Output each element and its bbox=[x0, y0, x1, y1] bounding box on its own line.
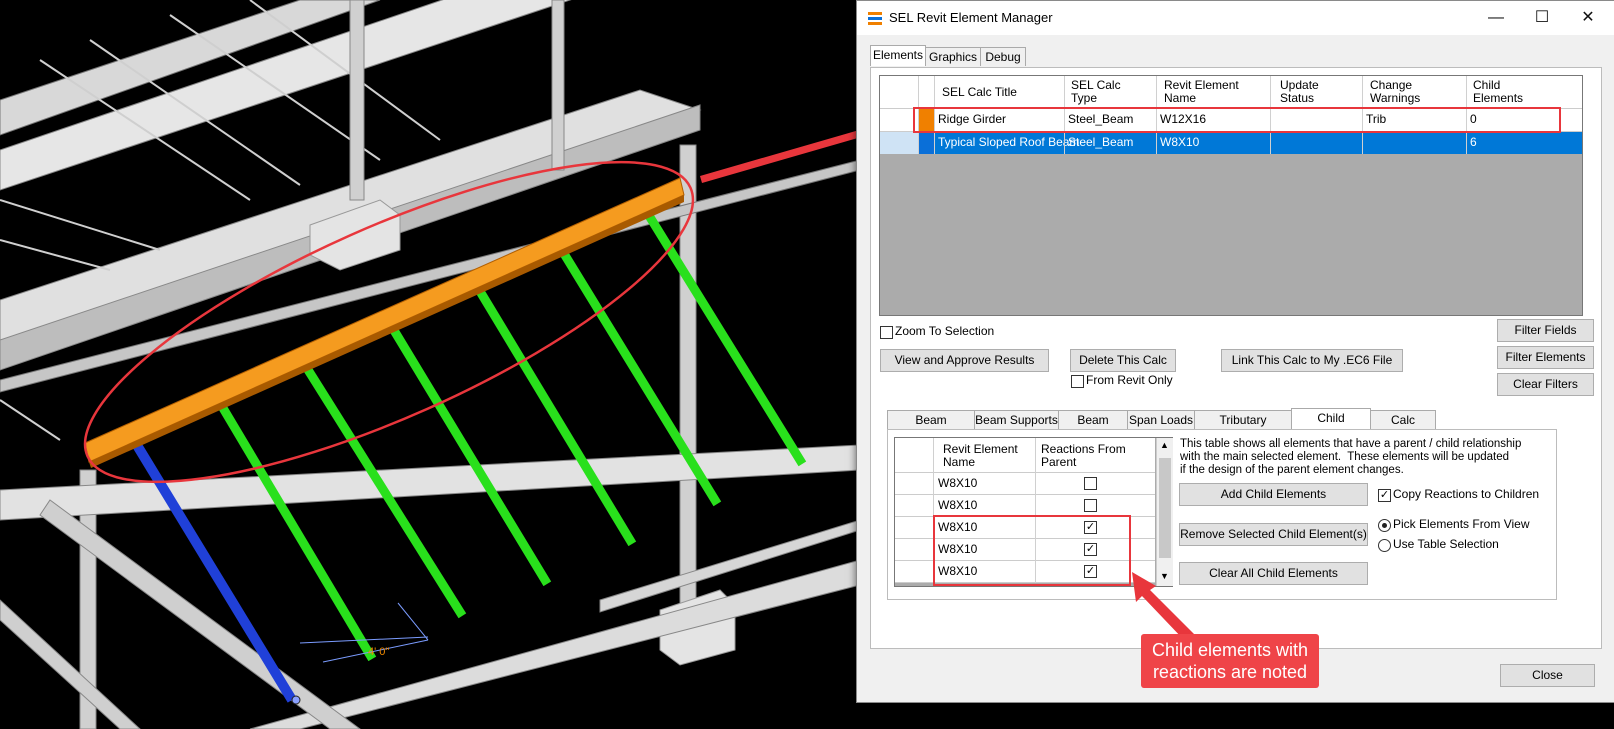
callout-text: Child elements with reactions are noted bbox=[1151, 640, 1309, 682]
tab-debug[interactable]: Debug bbox=[980, 47, 1026, 66]
close-window-button[interactable]: ✕ bbox=[1565, 1, 1611, 35]
clear-child-elements-button[interactable]: Clear All Child Elements bbox=[1179, 562, 1368, 585]
cell-element-name: W8X10 bbox=[1160, 135, 1200, 149]
table-row[interactable]: W8X10 bbox=[895, 473, 1155, 495]
tab-child-elements[interactable]: Child Elements bbox=[1291, 408, 1371, 443]
filter-fields-button[interactable]: Filter Fields bbox=[1497, 319, 1594, 342]
beam-grip-bottom[interactable] bbox=[291, 695, 301, 705]
reactions-checkbox[interactable] bbox=[1084, 499, 1097, 512]
header-update-status: Update Status bbox=[1280, 78, 1319, 105]
use-table-selection-label: Use Table Selection bbox=[1393, 537, 1499, 551]
child-elements-grid[interactable]: Revit Element Name Reactions From Parent… bbox=[894, 437, 1173, 587]
tab-beam-supports[interactable]: Beam Supports bbox=[974, 410, 1059, 429]
tab-beam-properties[interactable]: Beam Properties bbox=[887, 410, 975, 445]
use-table-selection-radio[interactable] bbox=[1378, 539, 1391, 552]
child-description: This table shows all elements that have … bbox=[1180, 438, 1522, 476]
tab-tributary-elements[interactable]: Tributary Elements bbox=[1194, 410, 1292, 445]
header-calc-type: SEL Calc Type bbox=[1071, 78, 1121, 105]
close-button[interactable]: Close bbox=[1500, 664, 1595, 687]
minimize-button[interactable]: — bbox=[1473, 1, 1519, 35]
row-header-cell bbox=[880, 132, 918, 154]
table-row-selected[interactable]: Typical Sloped Roof Beam Steel_Beam W8X1… bbox=[880, 132, 1582, 154]
callout-note: Child elements with reactions are noted bbox=[1141, 634, 1319, 688]
child-name: W8X10 bbox=[938, 476, 978, 490]
table-row[interactable]: W8X10 bbox=[895, 495, 1155, 517]
remove-child-elements-button[interactable]: Remove Selected Child Element(s) bbox=[1179, 523, 1368, 546]
tab-elements[interactable]: Elements bbox=[870, 45, 926, 66]
header-reactions-from-parent: Reactions From Parent bbox=[1041, 442, 1126, 469]
cell-child-elements: 6 bbox=[1470, 135, 1477, 149]
cell-calc-title: Typical Sloped Roof Beam bbox=[938, 135, 1080, 149]
copy-reactions-checkbox[interactable]: ✓ bbox=[1378, 489, 1391, 502]
add-child-elements-button[interactable]: Add Child Elements bbox=[1179, 483, 1368, 506]
scroll-up-icon[interactable]: ▲ bbox=[1160, 440, 1169, 450]
elements-grid[interactable]: SEL Calc Title SEL Calc Type Revit Eleme… bbox=[879, 75, 1583, 316]
maximize-button[interactable]: ☐ bbox=[1519, 1, 1565, 35]
from-revit-only-checkbox[interactable] bbox=[1071, 375, 1084, 388]
top-tab-strip: Elements Graphics Debug bbox=[870, 45, 1600, 69]
checked-rows-highlight bbox=[933, 515, 1131, 586]
pick-from-view-radio[interactable] bbox=[1378, 519, 1391, 532]
radio-dot bbox=[1382, 523, 1387, 528]
header-element-name: Revit Element Name bbox=[1164, 78, 1239, 105]
delete-calc-button[interactable]: Delete This Calc bbox=[1070, 349, 1176, 372]
header-change-warnings: Change Warnings bbox=[1370, 78, 1421, 105]
clear-filters-button[interactable]: Clear Filters bbox=[1497, 373, 1594, 396]
zoom-to-selection-checkbox[interactable] bbox=[880, 326, 893, 339]
element-manager-window: SEL Revit Element Manager — ☐ ✕ Elements… bbox=[856, 0, 1614, 703]
view-approve-results-button[interactable]: View and Approve Results bbox=[880, 349, 1049, 372]
header-calc-title: SEL Calc Title bbox=[942, 85, 1017, 99]
callout-arrow-to-checkboxes bbox=[1132, 572, 1194, 640]
link-calc-button[interactable]: Link This Calc to My .EC6 File bbox=[1221, 349, 1403, 372]
zoom-to-selection-label: Zoom To Selection bbox=[895, 324, 995, 338]
tab-beam-spans[interactable]: Beam Spans bbox=[1058, 410, 1128, 445]
header-child-elements: Child Elements bbox=[1473, 78, 1524, 105]
svg-text:4' 0": 4' 0" bbox=[368, 646, 389, 658]
header-revit-element-name: Revit Element Name bbox=[943, 442, 1018, 469]
tab-span-loads[interactable]: Span Loads bbox=[1127, 410, 1195, 429]
copy-reactions-label: Copy Reactions to Children bbox=[1393, 487, 1540, 501]
title-bar: SEL Revit Element Manager — ☐ ✕ bbox=[857, 1, 1614, 35]
filter-elements-button[interactable]: Filter Elements bbox=[1497, 346, 1594, 369]
tab-calc-results[interactable]: Calc Results bbox=[1370, 410, 1436, 445]
row-color-swatch bbox=[919, 132, 934, 154]
from-revit-only-label: From Revit Only bbox=[1086, 373, 1173, 387]
scroll-thumb[interactable] bbox=[1159, 458, 1171, 558]
window-title: SEL Revit Element Manager bbox=[889, 10, 1053, 25]
child-name: W8X10 bbox=[938, 498, 978, 512]
app-icon bbox=[868, 12, 882, 25]
pick-from-view-label: Pick Elements From View bbox=[1393, 517, 1530, 531]
tab-graphics[interactable]: Graphics bbox=[925, 47, 981, 66]
row-highlight-box bbox=[913, 107, 1561, 133]
cell-calc-type: Steel_Beam bbox=[1068, 135, 1134, 149]
child-grid-scrollbar[interactable]: ▲ ▼ bbox=[1156, 438, 1173, 586]
reactions-checkbox[interactable] bbox=[1084, 477, 1097, 490]
